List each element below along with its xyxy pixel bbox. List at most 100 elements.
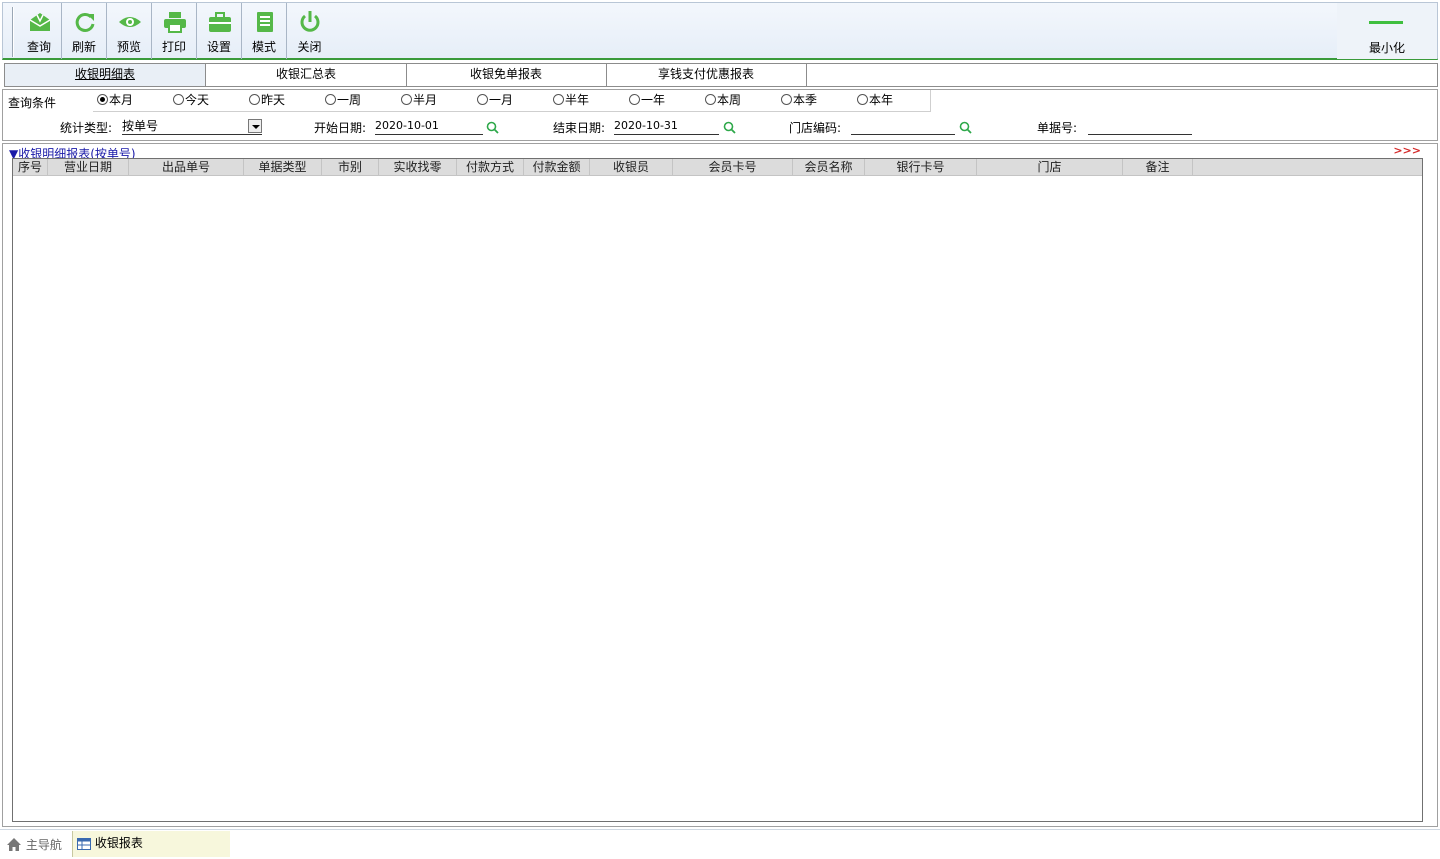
radio-label: 一年 <box>641 93 666 107</box>
radio-dot <box>553 94 564 105</box>
radio-label: 昨天 <box>261 93 286 107</box>
power-icon <box>300 11 320 32</box>
radio-dot <box>781 94 792 105</box>
tab-payment-discount[interactable]: 享钱支付优惠报表 <box>606 64 807 86</box>
minimize-label: 最小化 <box>1368 41 1405 55</box>
report-grid[interactable]: 序号 营业日期 出品单号 单据类型 市别 实收找零 付款方式 付款金额 收银员 … <box>12 158 1423 822</box>
col-header[interactable]: 市别 <box>322 159 379 176</box>
store-code-field[interactable] <box>851 118 955 135</box>
refresh-icon <box>75 12 95 32</box>
radio-this-month[interactable]: 本月 <box>97 93 133 109</box>
print-button[interactable]: 打印 <box>152 3 197 59</box>
query-button[interactable]: 查询 <box>17 3 62 59</box>
search-icon[interactable] <box>486 121 499 134</box>
bill-no-label: 单据号: <box>1037 121 1078 135</box>
end-date-label: 结束日期: <box>553 121 606 135</box>
col-header[interactable]: 实收找零 <box>379 159 457 176</box>
settings-icon <box>209 12 231 32</box>
open-tab-label: 收银报表 <box>94 836 143 850</box>
tab-cash-free-bill[interactable]: 收银免单报表 <box>406 64 607 86</box>
end-date-field[interactable]: 2020-10-31 <box>614 118 719 135</box>
radio-one-month[interactable]: 一月 <box>477 93 513 109</box>
home-nav-label: 主导航 <box>25 838 62 852</box>
search-icon[interactable] <box>723 121 736 134</box>
radio-today[interactable]: 今天 <box>173 93 209 109</box>
radio-this-week[interactable]: 本周 <box>705 93 741 109</box>
tab-cash-summary[interactable]: 收银汇总表 <box>206 64 407 86</box>
start-date-label: 开始日期: <box>314 121 367 135</box>
query-button-label: 查询 <box>26 40 51 54</box>
start-date-field[interactable]: 2020-10-01 <box>375 118 483 135</box>
radio-label: 一周 <box>337 93 362 107</box>
col-header[interactable]: 银行卡号 <box>865 159 977 176</box>
settings-button[interactable]: 设置 <box>197 3 242 59</box>
bill-no-field[interactable] <box>1088 118 1192 135</box>
toolbar-grip <box>12 7 14 57</box>
open-tab-cash-report[interactable]: 收银报表 <box>72 831 230 857</box>
col-header[interactable]: 付款金额 <box>524 159 590 176</box>
stat-type-label: 统计类型: <box>60 121 113 135</box>
minimize-button[interactable]: 最小化 <box>1337 3 1437 59</box>
radio-label: 本年 <box>869 93 894 107</box>
print-icon <box>164 12 186 33</box>
radio-label: 半年 <box>565 93 590 107</box>
radio-one-week[interactable]: 一周 <box>325 93 361 109</box>
mode-button-label: 模式 <box>251 40 276 54</box>
col-header[interactable]: 会员名称 <box>793 159 865 176</box>
radio-half-year[interactable]: 半年 <box>553 93 589 109</box>
app-window: 查询 刷新 预览 打印 设置 模式 关闭 最小化 收银明细表 收银汇总表 收银免… <box>0 0 1440 859</box>
minimize-icon <box>1369 21 1403 24</box>
refresh-button-label: 刷新 <box>71 40 96 54</box>
report-panel: ▼收银明细报表(按单号) >>> 序号 营业日期 出品单号 单据类型 市别 实收… <box>2 143 1438 827</box>
radio-one-year[interactable]: 一年 <box>629 93 665 109</box>
print-button-label: 打印 <box>161 40 186 54</box>
tab-cash-detail[interactable]: 收银明细表 <box>5 64 206 86</box>
mode-button[interactable]: 模式 <box>242 3 287 59</box>
store-code-label: 门店编码: <box>789 121 842 135</box>
radio-label: 本周 <box>717 93 742 107</box>
search-icon[interactable] <box>959 121 972 134</box>
col-header[interactable]: 序号 <box>13 159 48 176</box>
col-header[interactable]: 营业日期 <box>48 159 129 176</box>
radio-dot <box>173 94 184 105</box>
radio-dot <box>97 94 108 105</box>
home-icon <box>7 838 21 851</box>
col-header[interactable]: 门店 <box>977 159 1123 176</box>
close-button[interactable]: 关闭 <box>287 3 332 59</box>
radio-dot <box>857 94 868 105</box>
radio-label: 一月 <box>489 93 514 107</box>
table-icon <box>77 838 91 850</box>
col-header[interactable]: 备注 <box>1123 159 1193 176</box>
radio-dot <box>705 94 716 105</box>
radio-half-month[interactable]: 半月 <box>401 93 437 109</box>
radio-label: 本季 <box>793 93 818 107</box>
preview-icon <box>119 17 141 27</box>
radio-dot <box>629 94 640 105</box>
radio-dot <box>401 94 412 105</box>
query-panel: 查询条件 本月 今天 昨天 一周 半月 一月 半年 一年 本周 本季 本年 统计… <box>2 89 1438 141</box>
col-header[interactable]: 出品单号 <box>129 159 244 176</box>
radio-dot <box>325 94 336 105</box>
stat-type-select[interactable]: 按单号 <box>122 118 262 135</box>
radio-yesterday[interactable]: 昨天 <box>249 93 285 109</box>
query-conditions-label: 查询条件 <box>8 96 57 110</box>
query-icon <box>29 13 51 31</box>
settings-button-label: 设置 <box>206 40 231 54</box>
col-header[interactable]: 收银员 <box>590 159 673 176</box>
preview-button[interactable]: 预览 <box>107 3 152 59</box>
chevron-down-icon[interactable] <box>248 119 262 133</box>
expand-more-button[interactable]: >>> <box>1393 144 1421 157</box>
stat-type-value: 按单号 <box>122 119 159 133</box>
radio-this-year[interactable]: 本年 <box>857 93 893 109</box>
toolbar: 查询 刷新 预览 打印 设置 模式 关闭 最小化 <box>2 2 1438 60</box>
mode-icon <box>257 12 273 32</box>
refresh-button[interactable]: 刷新 <box>62 3 107 59</box>
col-header[interactable]: 单据类型 <box>244 159 322 176</box>
col-header[interactable]: 会员卡号 <box>673 159 793 176</box>
navigation-bar: 主导航 收银报表 <box>0 829 1440 859</box>
report-tabs: 收银明细表 收银汇总表 收银免单报表 享钱支付优惠报表 <box>4 63 1438 87</box>
col-header[interactable]: 付款方式 <box>457 159 524 176</box>
radio-dot <box>249 94 260 105</box>
home-nav-button[interactable]: 主导航 <box>6 836 62 853</box>
radio-this-quarter[interactable]: 本季 <box>781 93 817 109</box>
